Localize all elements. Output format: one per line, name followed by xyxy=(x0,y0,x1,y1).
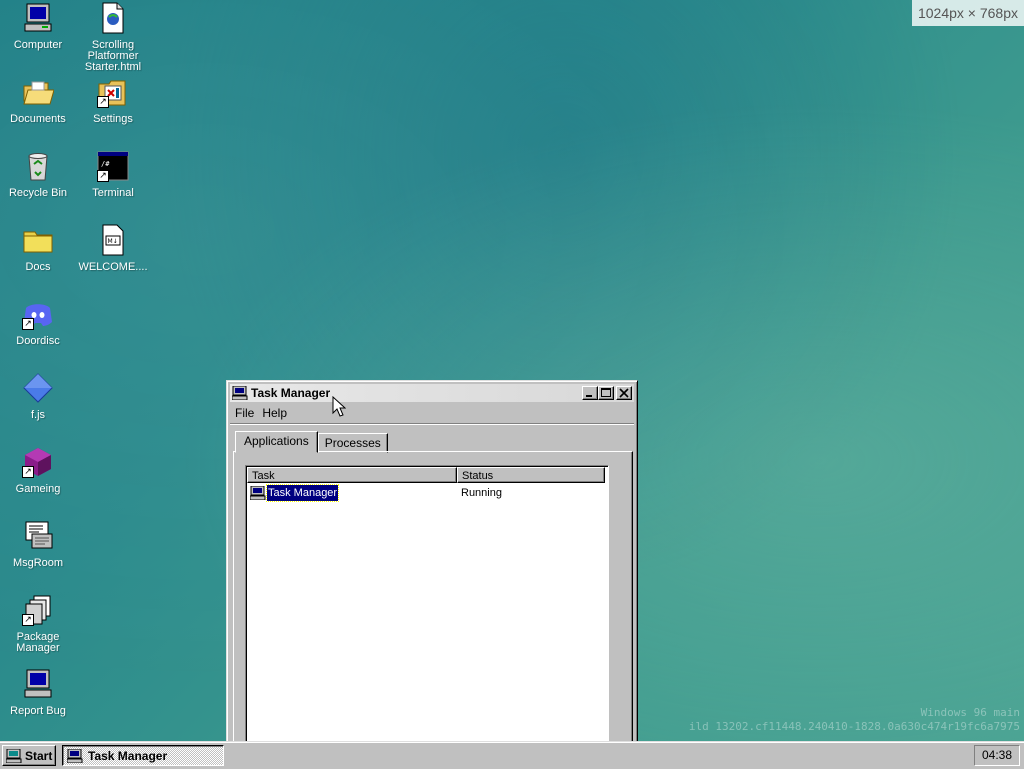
list-header: Task Status xyxy=(247,467,608,483)
taskbar-item-task-manager[interactable]: Task Manager xyxy=(62,745,224,766)
desktop-icon-welcome[interactable]: M↓ WELCOME.... xyxy=(76,224,150,273)
column-header-task[interactable]: Task xyxy=(247,467,457,483)
settings-icon: ↗ xyxy=(97,76,129,108)
desktop-icon-html-file[interactable]: Scrolling Platformer Starter.html xyxy=(76,2,150,73)
task-manager-window[interactable]: Task Manager File Help Applications Proc… xyxy=(226,380,638,744)
title-bar[interactable]: Task Manager xyxy=(230,384,634,402)
resolution-tag: 1024px × 768px xyxy=(911,0,1024,26)
maximize-icon xyxy=(601,388,611,397)
menu-separator xyxy=(230,423,634,425)
desktop-icon-label: Doordisc xyxy=(16,335,60,347)
desktop-icon-terminal[interactable]: /# ↗ Terminal xyxy=(76,150,150,199)
maximize-button[interactable] xyxy=(598,386,614,400)
desktop-icon-label: Docs xyxy=(25,261,51,273)
recycle-bin-icon xyxy=(22,150,54,182)
task-manager-icon xyxy=(66,748,83,763)
mouse-cursor-icon xyxy=(332,396,346,417)
chat-app-icon: ↗ xyxy=(22,298,54,330)
desktop-icon-doordisc[interactable]: ↗ Doordisc xyxy=(1,298,75,347)
start-label: Start xyxy=(25,748,53,763)
cube-icon: ↗ xyxy=(22,446,54,478)
desktop-icon-recycle-bin[interactable]: Recycle Bin xyxy=(1,150,75,199)
desktop-icon-computer[interactable]: Computer xyxy=(1,2,75,51)
close-icon xyxy=(619,388,629,398)
start-button[interactable]: Start xyxy=(2,745,56,766)
desktop-icon-msgroom[interactable]: MsgRoom xyxy=(1,520,75,569)
menu-file[interactable]: File xyxy=(231,404,258,422)
desktop-icon-label: Terminal xyxy=(92,187,134,199)
desktop-icon-package-manager[interactable]: ↗ Package Manager xyxy=(1,594,75,654)
desktop-icon-documents[interactable]: Documents xyxy=(1,76,75,125)
desktop-icon-label: Report Bug xyxy=(10,705,66,717)
desktop-icon-label: Scrolling Platformer Starter.html xyxy=(84,39,142,73)
task-manager-icon xyxy=(231,385,248,401)
build-watermark-line1: Windows 96 main xyxy=(920,706,1020,719)
minimize-icon xyxy=(586,395,592,397)
tab-applications[interactable]: Applications xyxy=(235,431,318,453)
desktop-icon-settings[interactable]: ↗ Settings xyxy=(76,76,150,125)
markdown-file-icon: M↓ xyxy=(97,224,129,256)
message-board-icon xyxy=(22,520,54,552)
tab-processes[interactable]: Processes xyxy=(317,433,388,453)
menu-bar: File Help xyxy=(231,404,291,422)
svg-text:M↓: M↓ xyxy=(108,238,118,245)
build-watermark-line2: ild 13202.cf11448.240410-1828.0a630c474r… xyxy=(688,720,1020,733)
start-icon xyxy=(5,748,22,763)
menu-help[interactable]: Help xyxy=(258,404,291,422)
taskbar-item-label: Task Manager xyxy=(88,748,168,763)
folder-open-icon xyxy=(22,76,55,108)
desktop-icon-label: Computer xyxy=(13,39,63,51)
diamond-icon xyxy=(22,372,54,404)
system-tray-clock[interactable]: 04:38 xyxy=(974,745,1020,766)
tab-strip: Applications Processes xyxy=(235,431,388,453)
taskbar: Start Task Manager 04:38 xyxy=(0,741,1024,769)
svg-text:/#: /# xyxy=(101,160,110,168)
desktop-icon-docs[interactable]: Docs xyxy=(1,224,75,273)
desktop-icon-label: MsgRoom xyxy=(12,557,64,569)
task-list[interactable]: Task Status Task Manager Running xyxy=(245,465,609,743)
desktop-icon-label: Documents xyxy=(10,113,66,125)
folder-icon xyxy=(22,224,54,256)
task-manager-icon xyxy=(249,485,266,501)
window-title: Task Manager xyxy=(251,386,331,400)
computer-icon xyxy=(22,2,54,34)
column-header-status[interactable]: Status xyxy=(457,467,605,483)
close-button[interactable] xyxy=(616,386,632,400)
task-name: Task Manager xyxy=(265,484,340,502)
desktop-icon-label: WELCOME.... xyxy=(78,261,148,273)
monitor-icon xyxy=(22,668,54,700)
desktop-icon-label: Recycle Bin xyxy=(8,187,68,199)
html-file-icon xyxy=(97,2,129,34)
desktop-icon-fjs[interactable]: f.js xyxy=(1,372,75,421)
desktop-icon-label: Settings xyxy=(93,113,133,125)
minimize-button[interactable] xyxy=(582,386,598,400)
table-row[interactable]: Task Manager Running xyxy=(247,484,608,502)
desktop-icon-label: Package Manager xyxy=(16,631,60,654)
desktop-icon-label: Gameing xyxy=(15,483,61,495)
package-icon: ↗ xyxy=(22,594,54,626)
desktop-icon-report-bug[interactable]: Report Bug xyxy=(1,668,75,717)
terminal-icon: /# ↗ xyxy=(97,150,129,182)
desktop-icon-label: f.js xyxy=(30,409,46,421)
desktop-icon-gameing[interactable]: ↗ Gameing xyxy=(1,446,75,495)
task-status: Running xyxy=(461,487,502,499)
